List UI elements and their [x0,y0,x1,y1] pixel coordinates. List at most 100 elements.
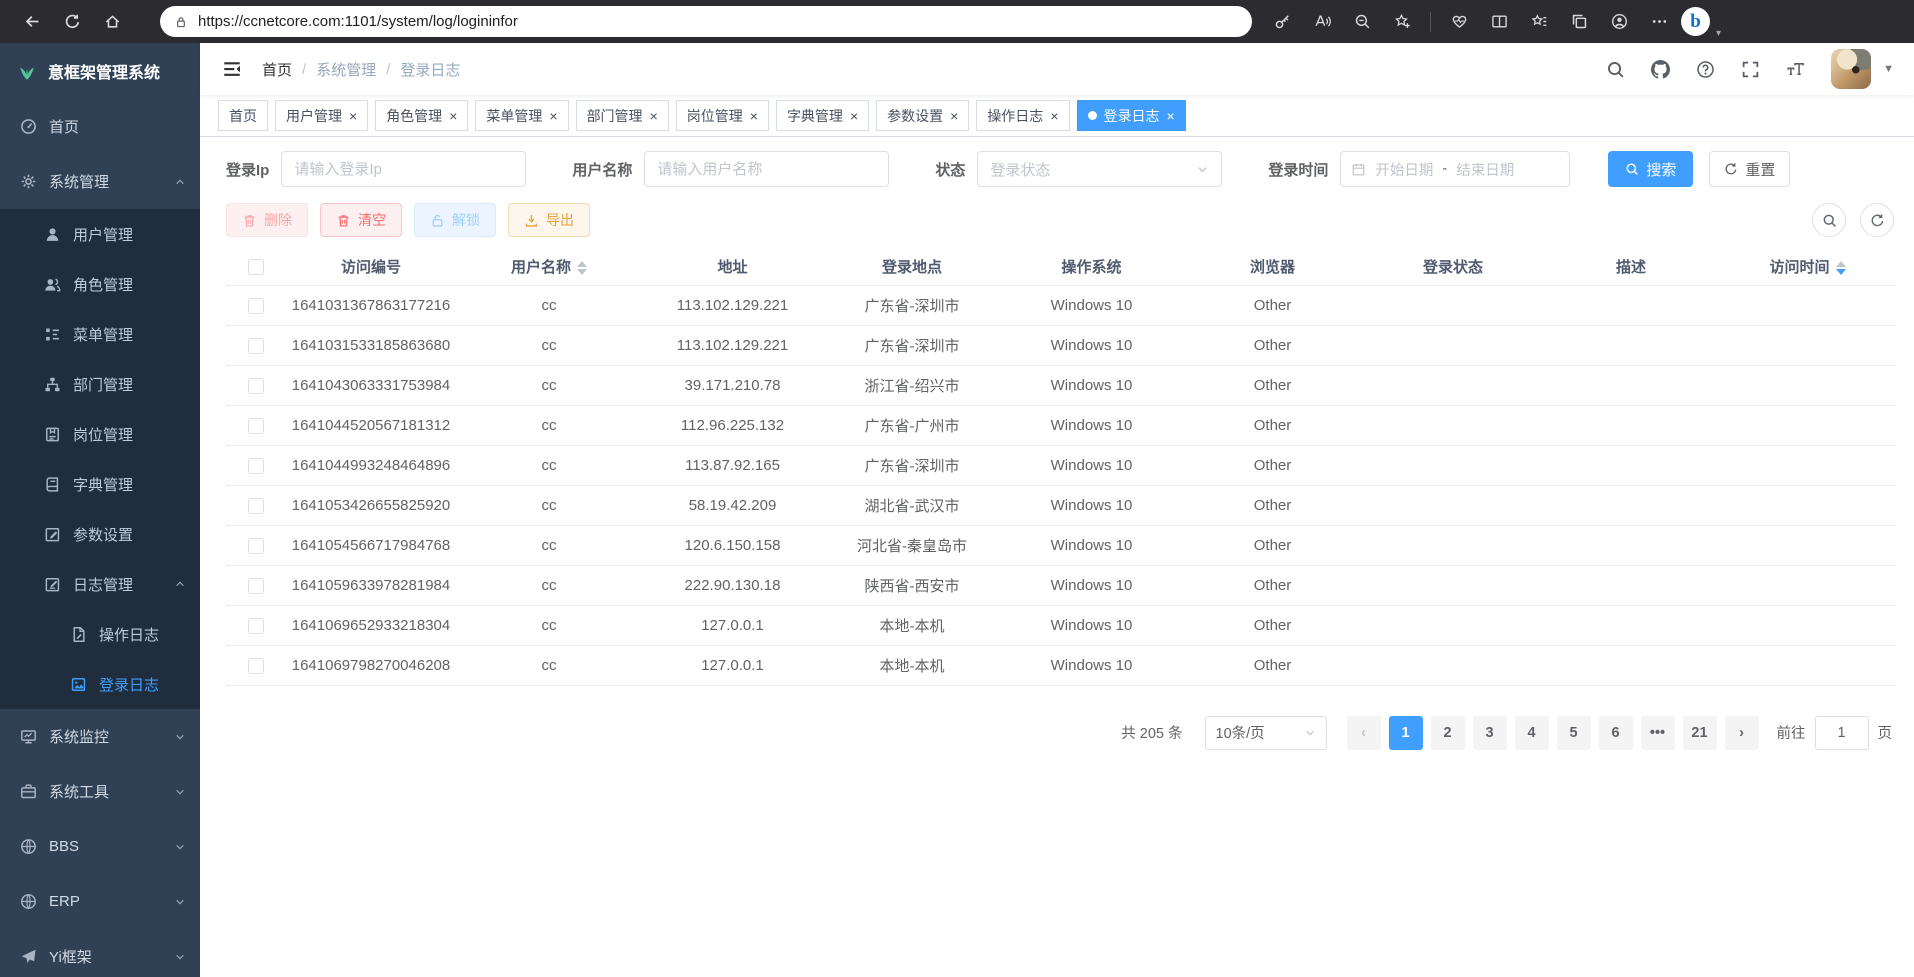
sidebar-item-system-mgmt[interactable]: 系统管理 [0,154,200,209]
sidebar-item-yi-framework[interactable]: Yi框架 [0,929,200,977]
tab-login-log[interactable]: 登录日志× [1077,100,1186,131]
login-ip-input[interactable] [281,151,526,187]
sidebar-item-role-mgmt[interactable]: 角色管理 [0,259,200,309]
bing-copilot-icon[interactable]: b [1681,7,1710,36]
close-tab-icon[interactable]: × [1050,109,1058,123]
export-button[interactable]: 导出 [508,203,590,237]
row-checkbox[interactable] [248,378,264,394]
col-user[interactable]: 用户名称 [456,249,642,285]
tab-operation-log[interactable]: 操作日志× [976,100,1069,131]
tab-user-mgmt[interactable]: 用户管理× [275,100,368,131]
col-time[interactable]: 访问时间 [1719,249,1896,285]
font-size-icon[interactable] [1786,60,1805,79]
add-favorite-icon[interactable] [1384,5,1420,39]
status-select[interactable]: 登录状态 [977,151,1222,187]
page-size-select[interactable]: 10条/页 [1205,716,1327,750]
tab-dict-mgmt[interactable]: 字典管理× [776,100,869,131]
prev-page-button[interactable]: ‹ [1347,716,1381,750]
pager-page-21[interactable]: 21 [1683,716,1717,750]
search-button[interactable]: 搜索 [1608,151,1693,187]
browser-caret-icon[interactable]: ▾ [1716,28,1721,39]
pager-page-2[interactable]: 2 [1431,716,1465,750]
row-checkbox[interactable] [248,578,264,594]
breadcrumb-item[interactable]: 系统管理 [316,59,376,80]
tab-role-mgmt[interactable]: 角色管理× [375,100,468,131]
delete-button[interactable]: 删除 [226,203,308,237]
collapse-sidebar-icon[interactable] [222,59,242,79]
read-aloud-icon[interactable] [1304,5,1340,39]
pager-page-5[interactable]: 5 [1557,716,1591,750]
split-screen-icon[interactable] [1481,5,1517,39]
fullscreen-icon[interactable] [1741,60,1760,79]
clear-button[interactable]: 清空 [320,203,402,237]
pager-page-3[interactable]: 3 [1473,716,1507,750]
browser-profile-icon[interactable] [1601,5,1637,39]
password-key-icon[interactable] [1264,5,1300,39]
tab-menu-mgmt[interactable]: 菜单管理× [475,100,568,131]
pager-page-1[interactable]: 1 [1389,716,1423,750]
tab-param-settings[interactable]: 参数设置× [876,100,969,131]
close-tab-icon[interactable]: × [850,109,858,123]
unlock-button[interactable]: 解锁 [414,203,496,237]
zoom-out-icon[interactable] [1344,5,1380,39]
row-checkbox[interactable] [248,418,264,434]
browser-back-icon[interactable] [14,5,50,39]
sidebar-item-menu-mgmt[interactable]: 菜单管理 [0,309,200,359]
row-checkbox[interactable] [248,458,264,474]
sidebar-item-post-mgmt[interactable]: 岗位管理 [0,409,200,459]
sidebar-item-login-log[interactable]: 登录日志 [0,659,200,709]
sidebar-item-home[interactable]: 首页 [0,99,200,154]
goto-page-input[interactable] [1815,716,1869,750]
close-tab-icon[interactable]: × [349,109,357,123]
sidebar-item-dict-mgmt[interactable]: 字典管理 [0,459,200,509]
sidebar-item-bbs[interactable]: BBS [0,819,200,874]
row-checkbox[interactable] [248,298,264,314]
close-tab-icon[interactable]: × [750,109,758,123]
close-tab-icon[interactable]: × [449,109,457,123]
github-icon[interactable] [1651,60,1670,79]
date-range-picker[interactable]: 开始日期 - 结束日期 [1340,151,1570,187]
sidebar-item-param-settings[interactable]: 参数设置 [0,509,200,559]
sidebar-item-sys-tools[interactable]: 系统工具 [0,764,200,819]
close-tab-icon[interactable]: × [1167,109,1175,123]
sidebar-logo[interactable]: 意框架管理系统 [0,43,200,99]
row-checkbox[interactable] [248,538,264,554]
pager-more[interactable]: ••• [1641,716,1675,750]
close-tab-icon[interactable]: × [650,109,658,123]
sidebar-item-user-mgmt[interactable]: 用户管理 [0,209,200,259]
avatar-caret-icon[interactable]: ▼ [1883,63,1894,75]
select-all-checkbox[interactable] [248,259,264,275]
next-page-button[interactable]: › [1725,716,1759,750]
avatar[interactable] [1831,49,1871,89]
row-checkbox[interactable] [248,338,264,354]
sidebar-item-log-mgmt[interactable]: 日志管理 [0,559,200,609]
sidebar-item-erp[interactable]: ERP [0,874,200,929]
collections-icon[interactable] [1561,5,1597,39]
tab-home[interactable]: 首页 [218,100,268,131]
sidebar-item-sys-monitor[interactable]: 系统监控 [0,709,200,764]
user-name-input[interactable] [644,151,889,187]
breadcrumb-item[interactable]: 首页 [262,59,292,80]
browser-reload-icon[interactable] [54,5,90,39]
sidebar-item-operation-log[interactable]: 操作日志 [0,609,200,659]
row-checkbox[interactable] [248,618,264,634]
sidebar-item-dept-mgmt[interactable]: 部门管理 [0,359,200,409]
header-search-icon[interactable] [1606,60,1625,79]
pager-page-4[interactable]: 4 [1515,716,1549,750]
close-tab-icon[interactable]: × [549,109,557,123]
pager-page-6[interactable]: 6 [1599,716,1633,750]
tab-dept-mgmt[interactable]: 部门管理× [576,100,669,131]
show-search-button[interactable] [1812,203,1846,237]
browser-home-icon[interactable] [94,5,130,39]
tab-post-mgmt[interactable]: 岗位管理× [676,100,769,131]
favorites-bar-icon[interactable] [1521,5,1557,39]
browser-essentials-icon[interactable] [1441,5,1477,39]
reset-button[interactable]: 重置 [1709,151,1790,187]
browser-more-icon[interactable] [1641,5,1677,39]
close-tab-icon[interactable]: × [950,109,958,123]
help-icon[interactable] [1696,60,1715,79]
refresh-table-button[interactable] [1860,203,1894,237]
address-bar[interactable]: https://ccnetcore.com:1101/system/log/lo… [160,6,1252,37]
row-checkbox[interactable] [248,658,264,674]
row-checkbox[interactable] [248,498,264,514]
